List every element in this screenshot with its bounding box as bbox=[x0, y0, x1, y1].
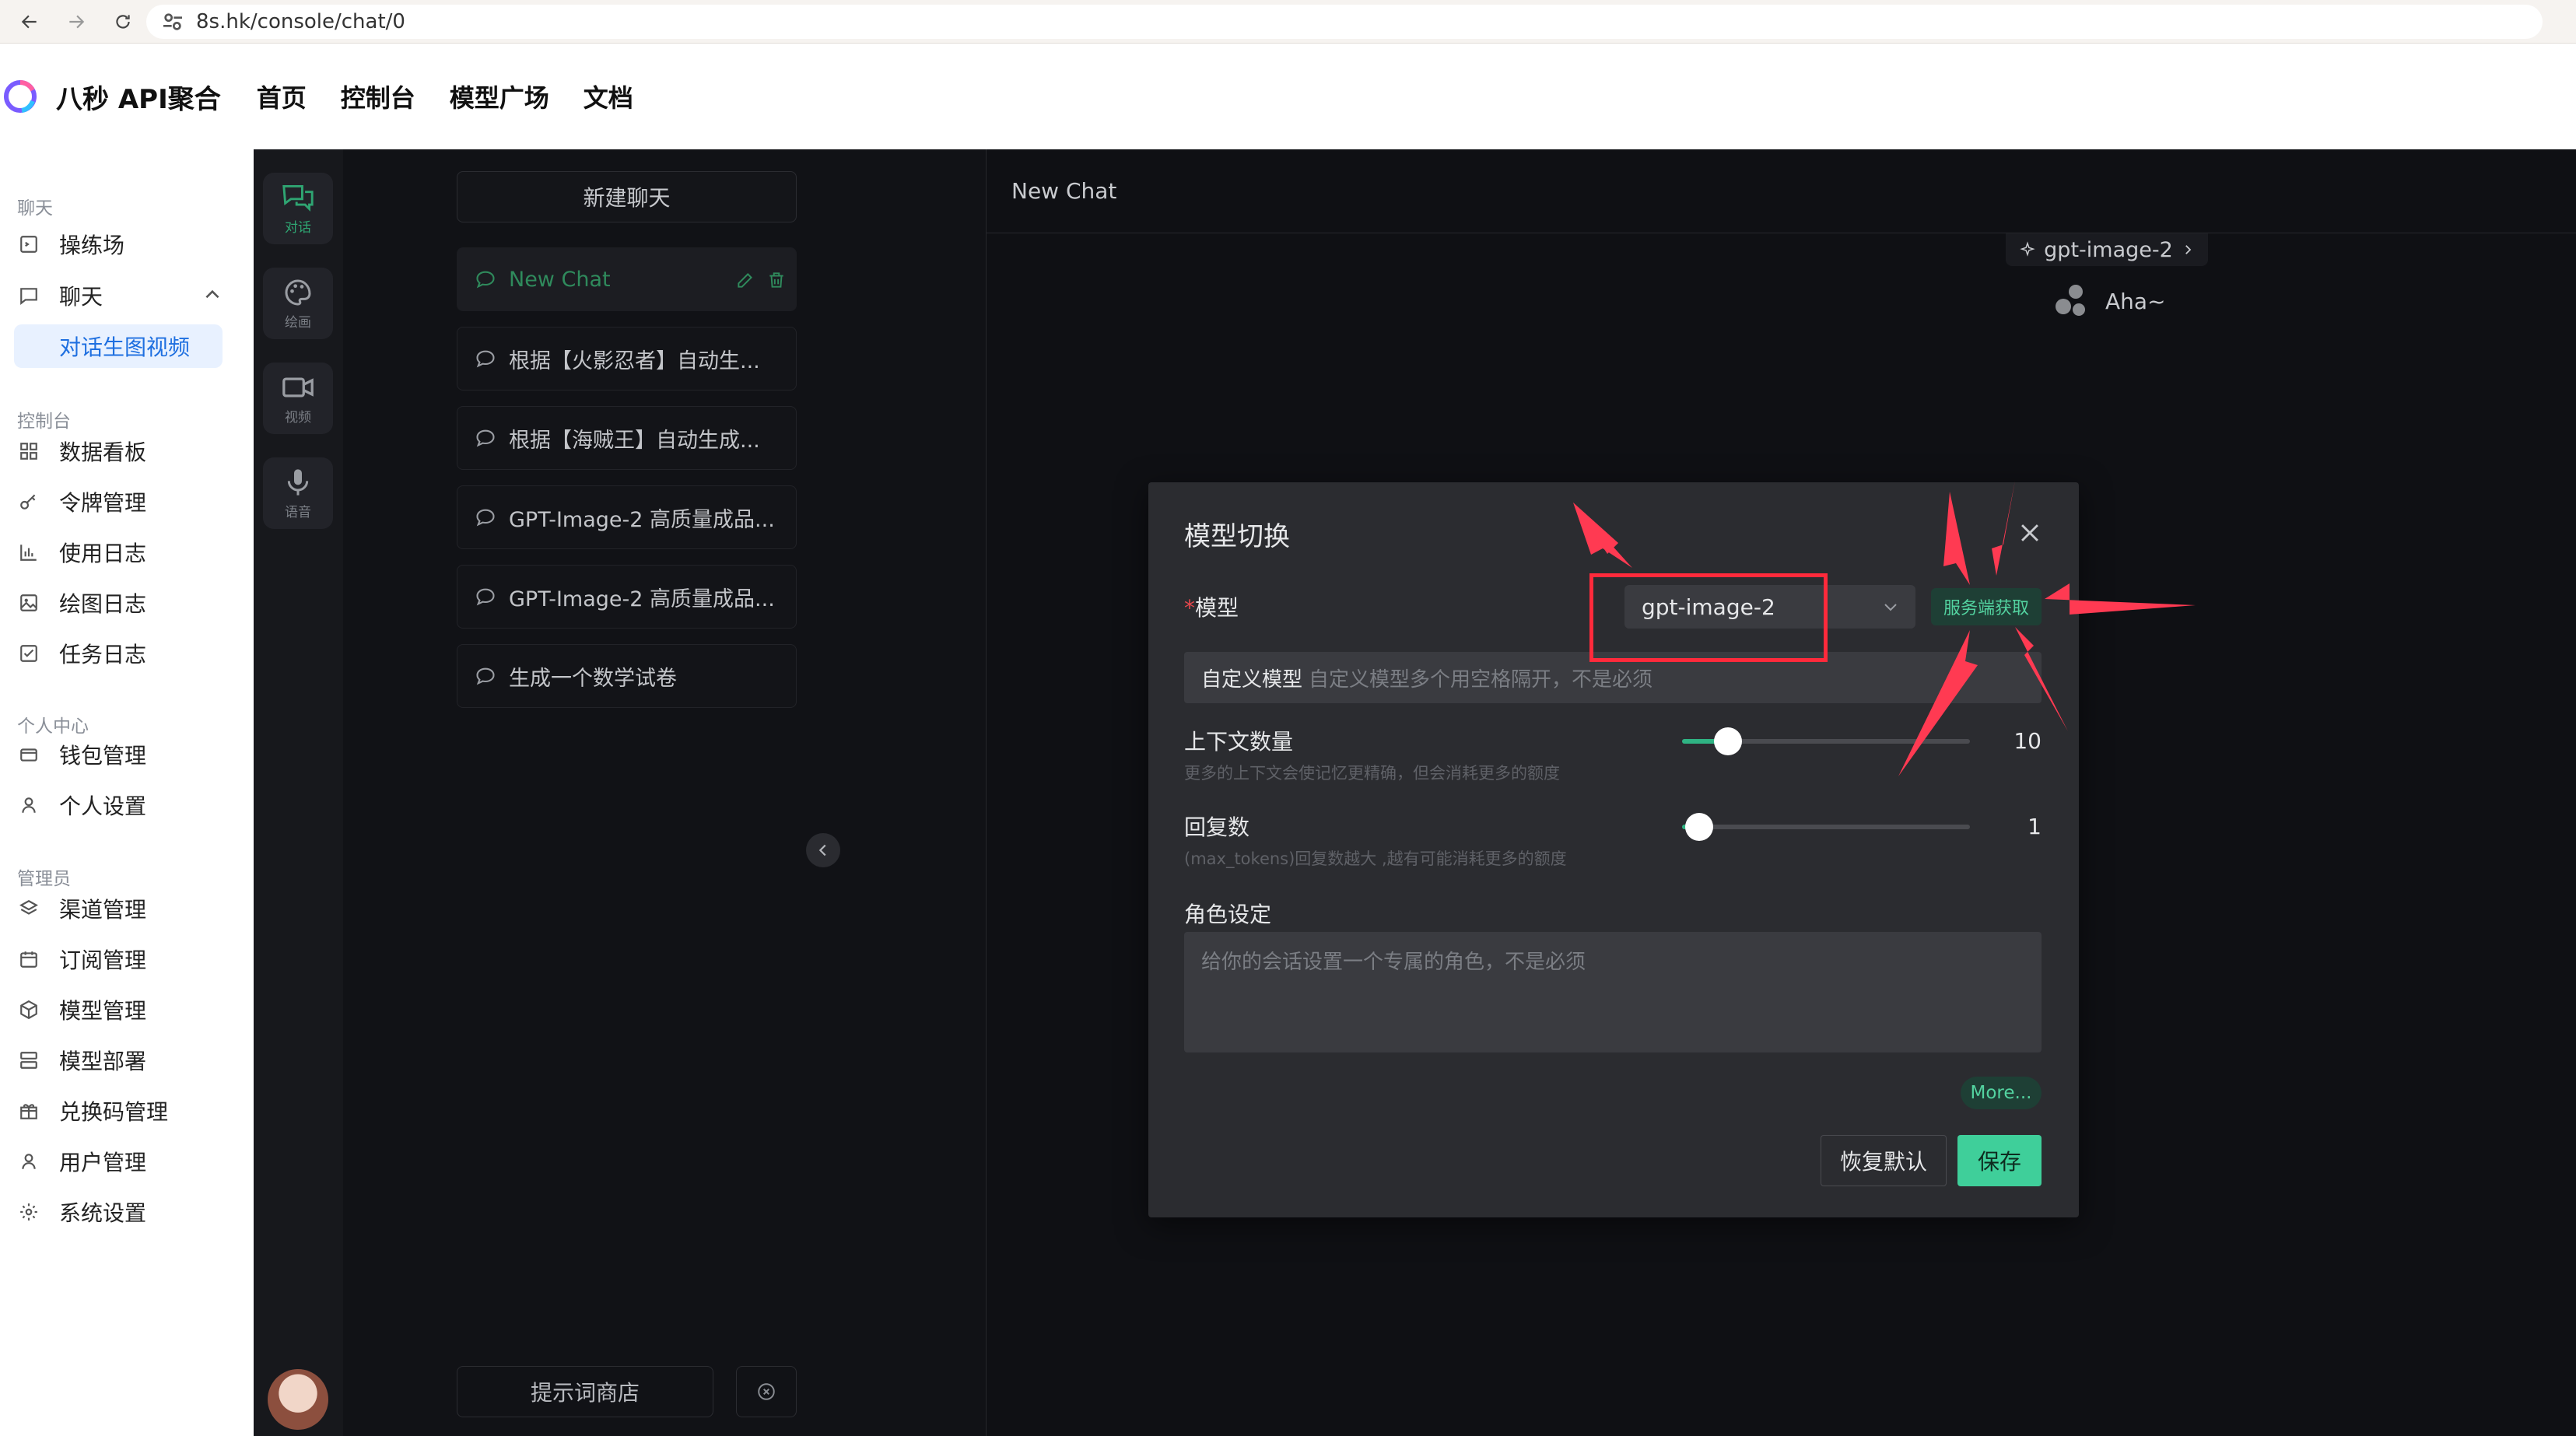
annotation-arrow bbox=[2045, 583, 2196, 615]
annotation-arrow bbox=[2015, 627, 2068, 731]
annotation-arrow bbox=[1898, 630, 1978, 776]
annotation-arrow bbox=[1992, 481, 2015, 576]
annotation-arrows bbox=[1573, 481, 2196, 776]
annotation-arrow bbox=[1943, 492, 1970, 585]
